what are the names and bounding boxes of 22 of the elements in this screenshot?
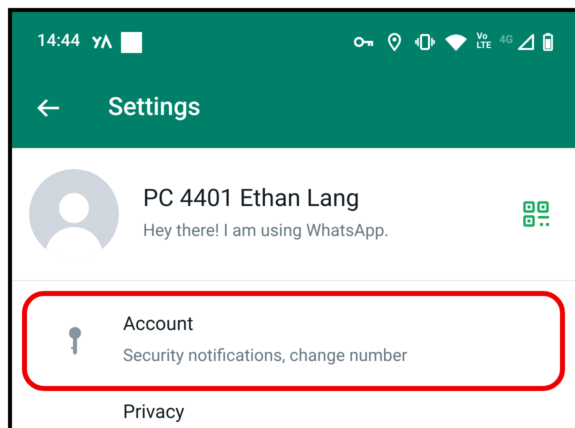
network-type-label: 4G (499, 32, 513, 48)
key-icon (68, 327, 82, 355)
notification-icon (92, 34, 114, 50)
qr-code-icon[interactable] (523, 201, 549, 227)
item-title: Account (123, 312, 194, 336)
item-subtitle: Security notifications, change number (123, 345, 408, 368)
profile-about: Hey there! I am using WhatsApp. (143, 220, 390, 244)
vibrate-icon (414, 34, 435, 50)
settings-item[interactable]: Account Security notifications, change number (22, 291, 565, 391)
location-icon (388, 33, 401, 51)
wifi-icon (444, 34, 467, 50)
square-icon (121, 32, 142, 52)
screen-title: Settings (108, 92, 201, 124)
battery-icon (543, 33, 553, 51)
back-arrow-icon[interactable] (36, 98, 60, 118)
settings-item[interactable]: Privacy (22, 391, 565, 428)
key-icon (354, 36, 374, 48)
profile-name: PC 4401 Ethan Lang (143, 183, 360, 214)
volte-label: Vo LTE (476, 33, 492, 51)
status-time: 14:44 (37, 30, 80, 54)
signal-icon (518, 34, 534, 50)
item-title: Privacy (123, 400, 184, 424)
